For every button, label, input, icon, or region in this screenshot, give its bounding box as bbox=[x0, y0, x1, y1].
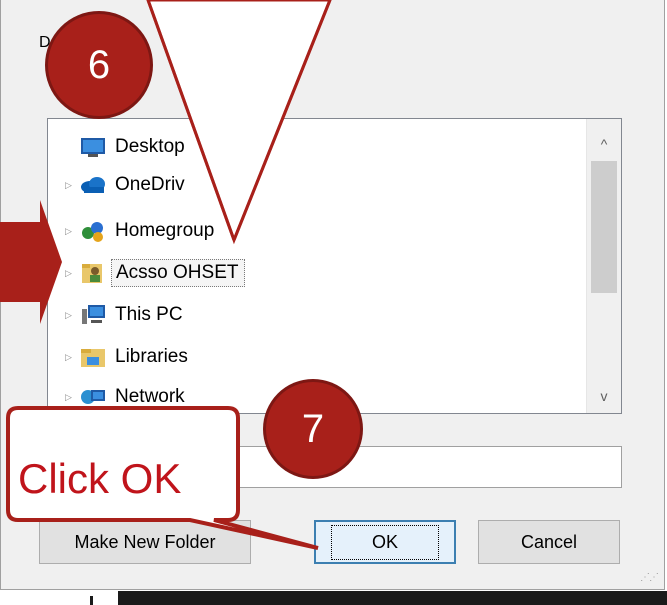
red-arrow-icon bbox=[0, 200, 62, 324]
click-ok-label: Click OK bbox=[18, 455, 182, 502]
step-7-badge: 7 bbox=[266, 382, 360, 476]
step6-pointer bbox=[146, 0, 332, 245]
step-6-badge: 6 bbox=[48, 14, 150, 116]
